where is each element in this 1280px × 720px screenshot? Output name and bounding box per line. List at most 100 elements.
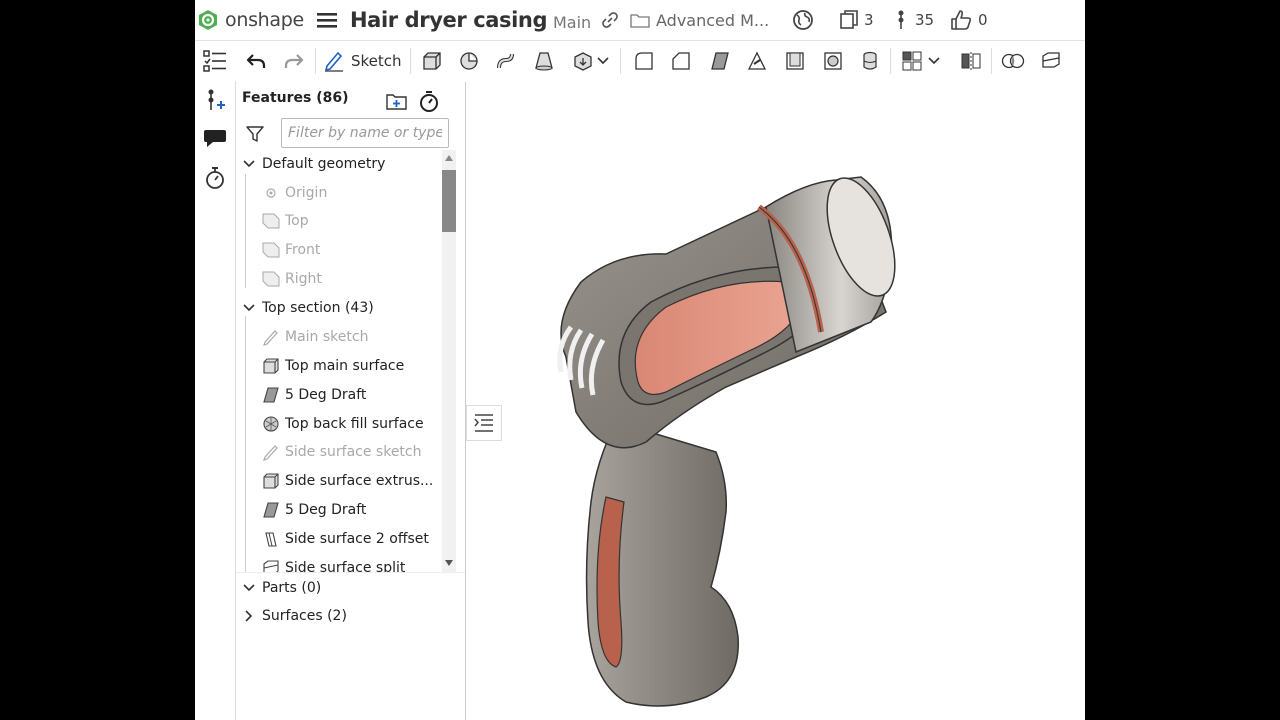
thicken-tool[interactable]: [570, 48, 596, 74]
feature-front-plane[interactable]: Front: [236, 236, 441, 264]
pattern-icon: [902, 51, 922, 71]
extrude-icon: [262, 472, 280, 490]
onshape-logo[interactable]: onshape: [197, 0, 304, 40]
fit-spline-tool[interactable]: [857, 48, 883, 74]
draft-icon: [262, 501, 280, 519]
insert-feature-button[interactable]: [202, 87, 228, 113]
chevron-down-icon[interactable]: [242, 584, 256, 592]
scroll-up-arrow-icon[interactable]: [445, 155, 453, 161]
feature-filter-input[interactable]: [281, 118, 449, 148]
rollback-timer-button[interactable]: [418, 90, 440, 116]
boolean-icon: [1001, 53, 1025, 69]
versions-button[interactable]: 3: [839, 0, 874, 40]
revolve-tool[interactable]: [456, 48, 482, 74]
pattern-tool[interactable]: [899, 48, 925, 74]
chevron-down-icon[interactable]: [242, 160, 256, 168]
draft-icon: [711, 52, 729, 70]
group-parts[interactable]: Parts (0): [236, 574, 321, 602]
main-menu-button[interactable]: [317, 0, 337, 40]
group-surfaces[interactable]: Surfaces (2): [236, 602, 347, 630]
like-button[interactable]: 0: [950, 0, 988, 40]
left-icon-strip: [195, 41, 236, 720]
feature-main-sketch[interactable]: Main sketch: [236, 323, 441, 351]
feature-tree: Default geometry Origin Top Front Right …: [236, 150, 441, 572]
plane-icon: [262, 241, 280, 259]
feature-list-scrollbar[interactable]: [442, 150, 456, 572]
chevron-right-icon[interactable]: [242, 610, 256, 622]
feature-side-surface-2-offset[interactable]: Side surface 2 offset: [236, 525, 441, 553]
sketch-button[interactable]: Sketch: [323, 47, 402, 75]
history-button[interactable]: [202, 165, 228, 191]
logo-text: onshape: [225, 9, 304, 31]
link-button[interactable]: [601, 0, 619, 40]
feature-origin[interactable]: Origin: [236, 179, 441, 207]
feature-side-surface-split[interactable]: Side surface split: [236, 554, 441, 572]
graphics-viewport[interactable]: [466, 82, 1085, 720]
feature-panel-collapse-button[interactable]: [466, 405, 502, 441]
feature-right-plane[interactable]: Right: [236, 265, 441, 293]
redo-button[interactable]: [281, 48, 307, 74]
toolbar-separator: [620, 48, 621, 74]
extrude-icon: [423, 52, 441, 70]
split-icon: [262, 559, 280, 572]
feature-top-main-surface[interactable]: Top main surface: [236, 352, 441, 380]
branches-button[interactable]: 35: [895, 0, 934, 40]
branch-label[interactable]: Main: [553, 2, 591, 42]
onshape-app: onshape Hair dryer casing Main Advanced …: [195, 0, 1085, 720]
fillet-tool[interactable]: [631, 48, 657, 74]
feature-top-back-fill-surface[interactable]: Top back fill surface: [236, 410, 441, 438]
undo-button[interactable]: [243, 48, 269, 74]
mirror-tool[interactable]: [958, 48, 984, 74]
plane-icon: [262, 212, 280, 230]
draft-tool[interactable]: [707, 48, 733, 74]
boolean-tool[interactable]: [1000, 48, 1026, 74]
plane-icon: [262, 270, 280, 288]
scroll-down-arrow-icon[interactable]: [445, 560, 453, 566]
feature-list-panel: Features (86) Default geometry: [236, 82, 466, 720]
scrollbar-thumb[interactable]: [442, 170, 456, 232]
hole-icon: [824, 52, 842, 70]
stopwatch-icon: [206, 167, 224, 189]
document-header: onshape Hair dryer casing Main Advanced …: [195, 0, 1085, 41]
comments-button[interactable]: [202, 125, 228, 151]
chamfer-tool[interactable]: [668, 48, 694, 74]
toolbar-separator: [410, 48, 411, 74]
add-feature-icon: [208, 89, 225, 110]
add-folder-button[interactable]: [386, 91, 408, 115]
shell-tool[interactable]: [782, 48, 808, 74]
fillet-icon: [635, 52, 653, 70]
extrude-tool[interactable]: [419, 48, 445, 74]
loft-tool[interactable]: [531, 48, 557, 74]
feature-5-deg-draft[interactable]: 5 Deg Draft: [236, 381, 441, 409]
sweep-tool[interactable]: [494, 48, 520, 74]
more-features-dropdown[interactable]: [596, 48, 610, 74]
folder-breadcrumb[interactable]: Advanced M...: [630, 0, 769, 40]
split-icon: [1042, 52, 1060, 68]
hair-dryer-model[interactable]: [466, 82, 1085, 720]
feature-list-icon: [203, 50, 226, 72]
feature-list-toggle[interactable]: [202, 48, 228, 74]
document-title[interactable]: Hair dryer casing: [350, 0, 548, 40]
pattern-dropdown[interactable]: [927, 48, 941, 74]
public-visibility-button[interactable]: [792, 0, 814, 40]
sketch-icon: [262, 328, 280, 346]
feature-side-surface-extrude[interactable]: Side surface extrus...: [236, 467, 441, 495]
feature-5-deg-draft-2[interactable]: 5 Deg Draft: [236, 496, 441, 524]
group-default-geometry[interactable]: Default geometry: [236, 150, 441, 178]
feature-side-surface-sketch[interactable]: Side surface sketch: [236, 438, 441, 466]
sketch-pencil-icon: [324, 51, 343, 72]
folder-icon: [630, 14, 650, 28]
hole-tool[interactable]: [820, 48, 846, 74]
group-top-section[interactable]: Top section (43): [236, 294, 441, 322]
chevron-down-icon[interactable]: [242, 304, 256, 312]
rib-tool[interactable]: [744, 48, 770, 74]
offset-icon: [262, 530, 280, 548]
filter-icon[interactable]: [246, 125, 264, 147]
list-divider: [236, 572, 465, 573]
feature-top-plane[interactable]: Top: [236, 207, 441, 235]
rib-icon: [747, 51, 767, 70]
split-tool[interactable]: [1038, 48, 1064, 74]
thicken-icon: [574, 52, 592, 71]
sweep-icon: [497, 53, 514, 69]
chevron-down-icon: [597, 57, 609, 65]
